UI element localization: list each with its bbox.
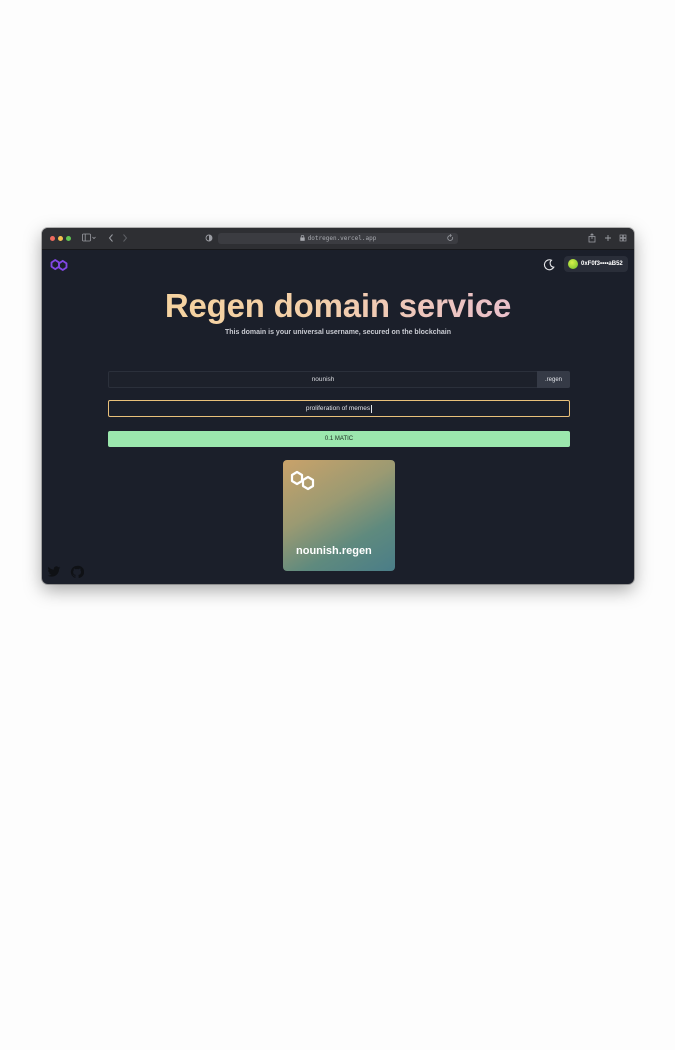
moon-icon[interactable]	[542, 258, 556, 272]
record-input[interactable]: proliferation of memes	[108, 400, 570, 417]
page-title: Regen domain service	[42, 287, 634, 325]
polygon-logo-icon[interactable]	[49, 255, 69, 275]
wallet-avatar-icon	[568, 259, 578, 269]
text-caret	[371, 404, 373, 413]
sidebar-icon[interactable]	[82, 233, 96, 246]
tld-label: .regen	[537, 371, 570, 388]
record-input-value: proliferation of memes	[305, 405, 371, 412]
card-domain-name: nounish.regen	[296, 545, 372, 557]
wallet-address: 0xF0f3••••aB52	[581, 261, 623, 267]
browser-titlebar: dotregen.vercel.app	[42, 228, 634, 250]
page-subtitle: This domain is your universal username, …	[224, 329, 451, 336]
maximize-window-button[interactable]	[66, 236, 71, 241]
share-icon[interactable]	[588, 233, 596, 246]
address-bar[interactable]: dotregen.vercel.app	[218, 233, 458, 244]
url-text: dotregen.vercel.app	[307, 235, 377, 242]
tabs-icon[interactable]	[619, 233, 627, 246]
polygon-logo-icon	[290, 470, 315, 491]
domain-nft-card: nounish.regen	[283, 460, 395, 571]
domain-input[interactable]: nounish	[108, 371, 538, 388]
shield-icon[interactable]	[205, 233, 213, 246]
plus-icon[interactable]	[604, 233, 612, 246]
close-window-button[interactable]	[50, 236, 55, 241]
mint-button[interactable]: 0.1 MATIC	[108, 431, 570, 447]
reload-icon[interactable]	[447, 234, 454, 244]
wallet-connect-button[interactable]: 0xF0f3••••aB52	[564, 256, 628, 272]
browser-window: dotregen.vercel.app 0xF0f3••••aB52 Regen…	[42, 228, 634, 584]
github-icon[interactable]	[70, 565, 84, 579]
back-icon[interactable]	[108, 233, 114, 246]
minimize-window-button[interactable]	[58, 236, 63, 241]
twitter-icon[interactable]	[47, 565, 61, 579]
lock-icon	[299, 234, 305, 243]
forward-icon[interactable]	[122, 233, 128, 246]
page-content: 0xF0f3••••aB52 Regen domain service This…	[42, 250, 634, 584]
